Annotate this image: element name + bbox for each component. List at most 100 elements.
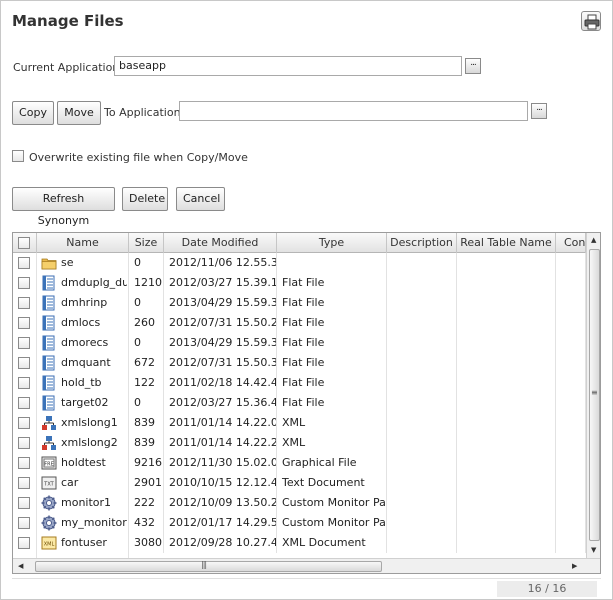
- move-button[interactable]: Move: [57, 101, 101, 125]
- file-name[interactable]: xmlslong1: [61, 413, 127, 433]
- table-row[interactable]: dmduplg_dupl12102012/03/27 15.39.18Flat …: [13, 273, 586, 293]
- cell-type: Flat File: [277, 373, 387, 393]
- column-header-date-modified[interactable]: Date Modified: [164, 233, 277, 253]
- file-name[interactable]: dmorecs: [61, 333, 127, 353]
- table-row[interactable]: target02 0 2012/03/27 15.36.48 Flat File: [13, 393, 586, 413]
- row-checkbox[interactable]: [18, 517, 30, 529]
- file-name[interactable]: dmlocs: [61, 313, 127, 333]
- table-row[interactable]: XML fontuser 3080 2012/09/28 10.27.49 XML Do…: [13, 533, 586, 553]
- graphical-file-icon: FRE: [41, 455, 57, 471]
- vertical-scrollbar[interactable]: ▲ ≡ ▼: [586, 233, 600, 558]
- cell-size: 839: [129, 433, 164, 453]
- text-document-icon: TXT: [41, 475, 57, 491]
- cell-desc: [387, 313, 457, 333]
- overwrite-checkbox[interactable]: [12, 150, 24, 162]
- row-checkbox[interactable]: [18, 277, 30, 289]
- cell-desc: [387, 373, 457, 393]
- cell-type: Custom Monitor Page: [277, 513, 387, 533]
- file-name[interactable]: my_monitor: [61, 513, 127, 533]
- table-row[interactable]: dmlocs 260 2012/07/31 15.50.26 Flat File: [13, 313, 586, 333]
- row-checkbox[interactable]: [18, 497, 30, 509]
- table-row[interactable]: xmlslong2 839 2011/01/14 14.22.27 XML: [13, 433, 586, 453]
- column-header-real-table-name[interactable]: Real Table Name: [457, 233, 556, 253]
- file-name[interactable]: xmlslong2: [61, 433, 127, 453]
- print-button[interactable]: [581, 11, 601, 31]
- cell-con: [556, 273, 586, 293]
- file-name[interactable]: car: [61, 473, 127, 493]
- cell-con: [556, 373, 586, 393]
- cell-date: 2012/11/30 15.02.06: [164, 453, 277, 473]
- file-name[interactable]: holdtest: [61, 453, 127, 473]
- file-name[interactable]: fontuser: [61, 533, 127, 553]
- table-row[interactable]: dmquant 672 2012/07/31 15.50.30 Flat File: [13, 353, 586, 373]
- cell-real: [457, 293, 556, 313]
- to-application-label: To Application: [104, 106, 181, 119]
- row-checkbox[interactable]: [18, 417, 30, 429]
- current-application-field[interactable]: baseapp: [114, 56, 462, 76]
- column-header-description[interactable]: Description: [387, 233, 457, 253]
- scroll-right-arrow-icon[interactable]: ▶: [572, 562, 577, 570]
- cell-name: dmhrinp: [37, 293, 129, 313]
- row-select-cell: [13, 433, 37, 453]
- file-name[interactable]: dmquant: [61, 353, 127, 373]
- file-table: Name Size Date Modified Type Description…: [12, 232, 601, 574]
- delete-button[interactable]: Delete: [122, 187, 168, 211]
- row-select-cell: [13, 393, 37, 413]
- table-row[interactable]: dmhrinp 0 2013/04/29 15.59.32 Flat File: [13, 293, 586, 313]
- current-application-browse-button[interactable]: ...: [465, 58, 481, 74]
- table-row[interactable]: xmlslong1 839 2011/01/14 14.22.07 XML: [13, 413, 586, 433]
- cell-desc: [387, 473, 457, 493]
- column-header-name[interactable]: Name: [37, 233, 129, 253]
- table-row[interactable]: se 0 2012/11/06 12.55.35: [13, 253, 586, 273]
- cell-real: [457, 273, 556, 293]
- row-checkbox[interactable]: [18, 397, 30, 409]
- column-header-type[interactable]: Type: [277, 233, 387, 253]
- vertical-scroll-thumb[interactable]: ≡: [589, 249, 600, 541]
- row-checkbox[interactable]: [18, 537, 30, 549]
- horizontal-scroll-thumb[interactable]: |||: [35, 560, 382, 572]
- gear-icon: [41, 495, 57, 511]
- row-checkbox[interactable]: [18, 437, 30, 449]
- refresh-synonym-button[interactable]: Refresh Synonym: [12, 187, 115, 227]
- cell-type: XML Document: [277, 533, 387, 553]
- cancel-button[interactable]: Cancel: [176, 187, 225, 211]
- column-header-size[interactable]: Size: [129, 233, 164, 253]
- scroll-down-arrow-icon[interactable]: ▼: [591, 546, 596, 554]
- row-select-cell: [13, 473, 37, 493]
- row-checkbox[interactable]: [18, 297, 30, 309]
- table-row[interactable]: my_monitor 432 2012/01/17 14.29.56 Custom M…: [13, 513, 586, 533]
- row-checkbox[interactable]: [18, 257, 30, 269]
- row-select-cell: [13, 313, 37, 333]
- scroll-left-arrow-icon[interactable]: ◀: [18, 562, 23, 570]
- flat-file-icon: [41, 275, 57, 291]
- scroll-up-arrow-icon[interactable]: ▲: [591, 236, 596, 244]
- table-row[interactable]: FRE holdtest 9216 2012/11/30 15.02.06 Graphi…: [13, 453, 586, 473]
- table-row[interactable]: hold_tb 122 2011/02/18 14.42.40 Flat File: [13, 373, 586, 393]
- row-checkbox[interactable]: [18, 457, 30, 469]
- cell-type: Custom Monitor Page: [277, 493, 387, 513]
- file-name[interactable]: target02: [61, 393, 127, 413]
- cell-desc: [387, 433, 457, 453]
- to-application-browse-button[interactable]: ...: [531, 103, 547, 119]
- copy-button[interactable]: Copy: [12, 101, 54, 125]
- file-name[interactable]: dmhrinp: [61, 293, 127, 313]
- xml-hierarchy-icon: [41, 415, 57, 431]
- to-application-field[interactable]: [179, 101, 528, 121]
- cell-real: [457, 333, 556, 353]
- select-all-checkbox[interactable]: [18, 237, 30, 249]
- row-checkbox[interactable]: [18, 317, 30, 329]
- file-name[interactable]: se: [61, 253, 127, 273]
- horizontal-scrollbar[interactable]: ◀ ||| ▶: [13, 558, 600, 573]
- file-name[interactable]: monitor1: [61, 493, 127, 513]
- row-checkbox[interactable]: [18, 377, 30, 389]
- file-name[interactable]: hold_tb: [61, 373, 127, 393]
- file-name[interactable]: dmduplg_dupl: [61, 273, 127, 293]
- column-header-con[interactable]: Con: [556, 233, 586, 253]
- table-row[interactable]: TXT car 2901 2010/10/15 12.12.47 Text Docume…: [13, 473, 586, 493]
- cell-size: 222: [129, 493, 164, 513]
- table-row[interactable]: monitor1 222 2012/10/09 13.50.28 Custom Mon…: [13, 493, 586, 513]
- row-checkbox[interactable]: [18, 337, 30, 349]
- table-row[interactable]: dmorecs 0 2013/04/29 15.59.32 Flat File: [13, 333, 586, 353]
- row-checkbox[interactable]: [18, 357, 30, 369]
- row-checkbox[interactable]: [18, 477, 30, 489]
